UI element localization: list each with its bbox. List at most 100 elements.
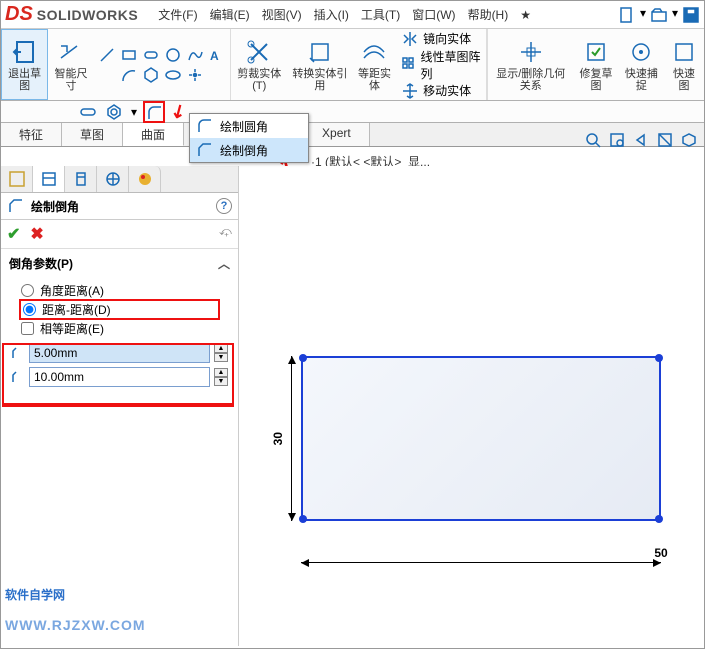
heads-up-toolbar: [584, 131, 698, 149]
sketch-point[interactable]: [299, 354, 307, 362]
zoom-area-icon[interactable]: [608, 131, 626, 149]
sketch-tools-row2: ▾ ↙: [1, 101, 704, 123]
tab-xpert[interactable]: Xpert: [304, 123, 370, 146]
menu-window[interactable]: 窗口(W): [406, 6, 461, 23]
dropdown-icon[interactable]: ▾: [640, 6, 646, 24]
save-icon[interactable]: [682, 6, 700, 24]
fillet-flyout-menu: 绘制圆角 绘制倒角: [189, 113, 309, 163]
section-chamfer-params[interactable]: 倒角参数(P) ︿: [1, 249, 238, 278]
zoom-fit-icon[interactable]: [584, 131, 602, 149]
tab-dim[interactable]: [97, 166, 129, 192]
transform-group: 镜向实体 线性草图阵列 移动实体: [397, 29, 487, 100]
confirm-row: ✔ ✖ ⤽: [1, 220, 238, 249]
flyout-fillet[interactable]: 绘制圆角: [190, 114, 308, 138]
polygon-icon[interactable]: [142, 66, 160, 84]
repair-icon: [582, 38, 610, 66]
dropdown-icon[interactable]: ▾: [131, 105, 137, 119]
dimension-icon: [57, 38, 85, 66]
offset-button[interactable]: 等距实体: [352, 29, 397, 100]
opt-distance-distance[interactable]: 距离-距离(D): [21, 301, 218, 318]
svg-text:A: A: [210, 49, 219, 63]
menu-star[interactable]: ★: [514, 8, 537, 22]
sketch-rectangle[interactable]: [301, 356, 661, 521]
panel-tabs: [1, 166, 238, 193]
command-toolbar: 退出草图 智能尺寸 A 剪裁实体(T) 转换实体引用 等距实体 镜向实: [1, 29, 704, 101]
dimension-vertical[interactable]: 30: [271, 356, 292, 521]
menu-edit[interactable]: 编辑(E): [204, 6, 256, 23]
sketch-tools-group: A: [94, 29, 231, 100]
menu-bar: DS SOLIDWORKS 文件(F) 编辑(E) 视图(V) 插入(I) 工具…: [1, 1, 704, 29]
panel-title: 绘制倒角: [31, 198, 216, 215]
tab-surface[interactable]: 曲面: [123, 123, 184, 146]
tab-feature-tree[interactable]: [1, 166, 33, 192]
dim-value: 30: [271, 432, 285, 445]
chamfer-icon: [196, 141, 214, 159]
ok-button[interactable]: ✔: [7, 224, 20, 244]
config-icon: [72, 170, 90, 188]
mirror-icon[interactable]: [401, 30, 419, 48]
dim-icon: [104, 170, 122, 188]
help-button[interactable]: ?: [216, 198, 232, 214]
tab-config[interactable]: [65, 166, 97, 192]
tab-appearance[interactable]: [129, 166, 161, 192]
opt-equal-distance[interactable]: 相等距离(E): [21, 318, 218, 339]
line-icon[interactable]: [98, 46, 116, 64]
snap-button[interactable]: 快速捕捉: [619, 29, 664, 100]
rect-icon[interactable]: [120, 46, 138, 64]
sketch-point[interactable]: [655, 354, 663, 362]
graphics-area[interactable]: 30 50: [241, 166, 704, 648]
spline-icon[interactable]: [186, 46, 204, 64]
chamfer-icon: [7, 197, 25, 215]
tab-property-mgr[interactable]: [33, 166, 65, 192]
menu-help[interactable]: 帮助(H): [462, 6, 515, 23]
menu-file[interactable]: 文件(F): [152, 6, 203, 23]
prev-view-icon[interactable]: [632, 131, 650, 149]
menu-tools[interactable]: 工具(T): [355, 6, 406, 23]
repair-button[interactable]: 修复草图: [573, 29, 618, 100]
tab-feature[interactable]: 特征: [1, 123, 62, 146]
smart-dim-button[interactable]: 智能尺寸: [48, 29, 93, 100]
chevron-up-icon: ︿: [218, 255, 230, 272]
hexnut-icon[interactable]: [105, 103, 123, 121]
quickfig-icon: [670, 38, 698, 66]
offset-icon: [360, 38, 388, 66]
menu-view[interactable]: 视图(V): [256, 6, 308, 23]
tree-icon: [8, 170, 26, 188]
dim-value: 50: [481, 546, 705, 560]
fillet-dropdown-button[interactable]: [145, 103, 163, 121]
new-doc-icon[interactable]: [618, 6, 636, 24]
dropdown-icon[interactable]: ▾: [672, 6, 678, 24]
flyout-chamfer[interactable]: 绘制倒角: [190, 138, 308, 162]
pushpin-button[interactable]: ⤽: [219, 224, 232, 244]
convert-button[interactable]: 转换实体引用: [288, 29, 352, 100]
opt-angle-distance[interactable]: 角度距离(A): [21, 280, 218, 301]
annotation-box: [2, 343, 234, 407]
move-icon[interactable]: [401, 82, 419, 100]
obround-icon[interactable]: [79, 103, 97, 121]
point-icon[interactable]: [186, 66, 204, 84]
trim-button[interactable]: 剪裁实体(T): [231, 29, 288, 100]
relations-button[interactable]: 显示/删除几何关系: [488, 29, 573, 100]
exit-sketch-icon: [11, 38, 39, 66]
text-icon[interactable]: A: [208, 46, 226, 64]
menu-insert[interactable]: 插入(I): [308, 6, 355, 23]
watermark: 软件自学网 WWW.RJZXW.COM: [5, 573, 146, 640]
section-view-icon[interactable]: [656, 131, 674, 149]
arc-icon[interactable]: [120, 66, 138, 84]
ellipse-icon[interactable]: [164, 66, 182, 84]
quickfig-button[interactable]: 快速图: [664, 29, 704, 100]
pattern-icon[interactable]: [401, 56, 416, 74]
sketch-point[interactable]: [655, 515, 663, 523]
view-orient-icon[interactable]: [680, 131, 698, 149]
cancel-button[interactable]: ✖: [30, 224, 43, 244]
chamfer-options: 角度距离(A) 距离-距离(D) 相等距离(E): [1, 278, 238, 341]
annotation-arrow-icon: ↙: [167, 99, 191, 125]
tab-sketch[interactable]: 草图: [62, 123, 123, 146]
dimension-horizontal[interactable]: 50: [301, 546, 661, 563]
slot-icon[interactable]: [142, 46, 160, 64]
sketch-point[interactable]: [299, 515, 307, 523]
circle-icon[interactable]: [164, 46, 182, 64]
snap-icon: [627, 38, 655, 66]
open-doc-icon[interactable]: [650, 6, 668, 24]
exit-sketch-button[interactable]: 退出草图: [1, 29, 48, 100]
